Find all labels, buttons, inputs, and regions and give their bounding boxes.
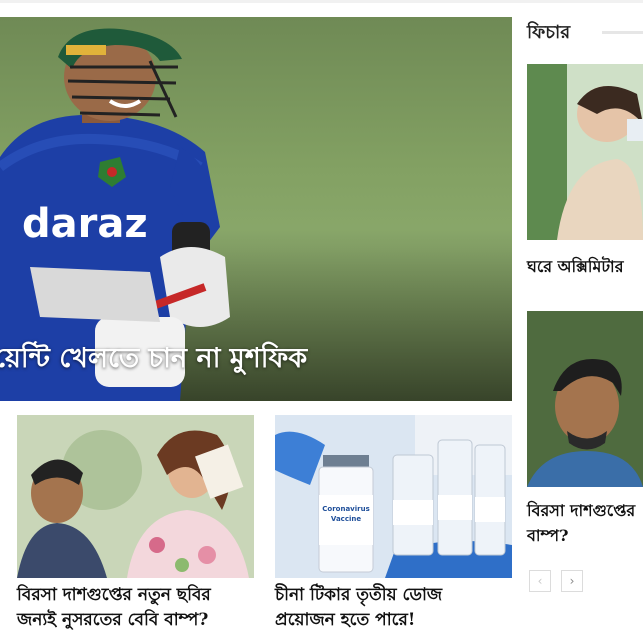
card-title[interactable]: চীনা টিকার তৃতীয় ডোজ প্রয়োজন হতে পারে! — [275, 583, 515, 633]
feature-thumbnail — [527, 64, 643, 240]
card-thumbnail — [17, 415, 254, 578]
vaccine-photo: Coronavirus Vaccine — [275, 415, 512, 578]
next-button[interactable]: › — [561, 570, 583, 592]
card-thumbnail: Coronavirus Vaccine — [275, 415, 512, 578]
page: daraz য়েন্টি খেলতে চান না মুশফিক বিরসা … — [0, 0, 643, 643]
woman-resting-photo — [527, 64, 643, 240]
card-title-line: জন্যই নুসরতের বেবি বাম্প? — [17, 610, 209, 630]
card-title[interactable]: বিরসা দাশগুপ্তের নতুন ছবির জন্যই নুসরতের… — [17, 583, 257, 633]
feature-title[interactable]: ঘরে অক্সিমিটার — [527, 254, 643, 279]
feature-thumbnail — [527, 311, 643, 487]
prev-button[interactable]: ‹ — [529, 570, 551, 592]
feature-title-line: বিরসা দাশগুপ্তের — [527, 501, 636, 520]
vial-label: Coronavirus — [322, 505, 369, 513]
feature-title-line: বাম্প? — [527, 526, 569, 545]
card-title-line: চীনা টিকার তৃতীয় ডোজ — [275, 585, 443, 605]
man-portrait-photo — [527, 311, 643, 487]
hero-article[interactable]: daraz য়েন্টি খেলতে চান না মুশফিক — [0, 17, 512, 401]
vial-label: Vaccine — [331, 515, 361, 523]
news-card[interactable]: Coronavirus Vaccine চীনা টিকার তৃতীয় ডো… — [275, 415, 512, 635]
top-divider — [0, 0, 643, 3]
hero-title[interactable]: য়েন্টি খেলতে চান না মুশফিক — [0, 339, 307, 379]
couple-photo — [17, 415, 254, 578]
section-divider — [602, 31, 643, 34]
card-title-line: বিরসা দাশগুপ্তের নতুন ছবির — [17, 585, 211, 605]
jersey-text: daraz — [22, 201, 148, 247]
feature-title[interactable]: বিরসা দাশগুপ্তের বাম্প? — [527, 498, 643, 548]
section-title: ফিচার — [527, 22, 571, 43]
card-title-line: প্রয়োজন হতে পারে! — [275, 610, 416, 630]
news-card[interactable]: বিরসা দাশগুপ্তের নতুন ছবির জন্যই নুসরতের… — [17, 415, 254, 635]
chevron-right-icon: › — [569, 574, 575, 588]
chevron-left-icon: ‹ — [537, 574, 543, 588]
